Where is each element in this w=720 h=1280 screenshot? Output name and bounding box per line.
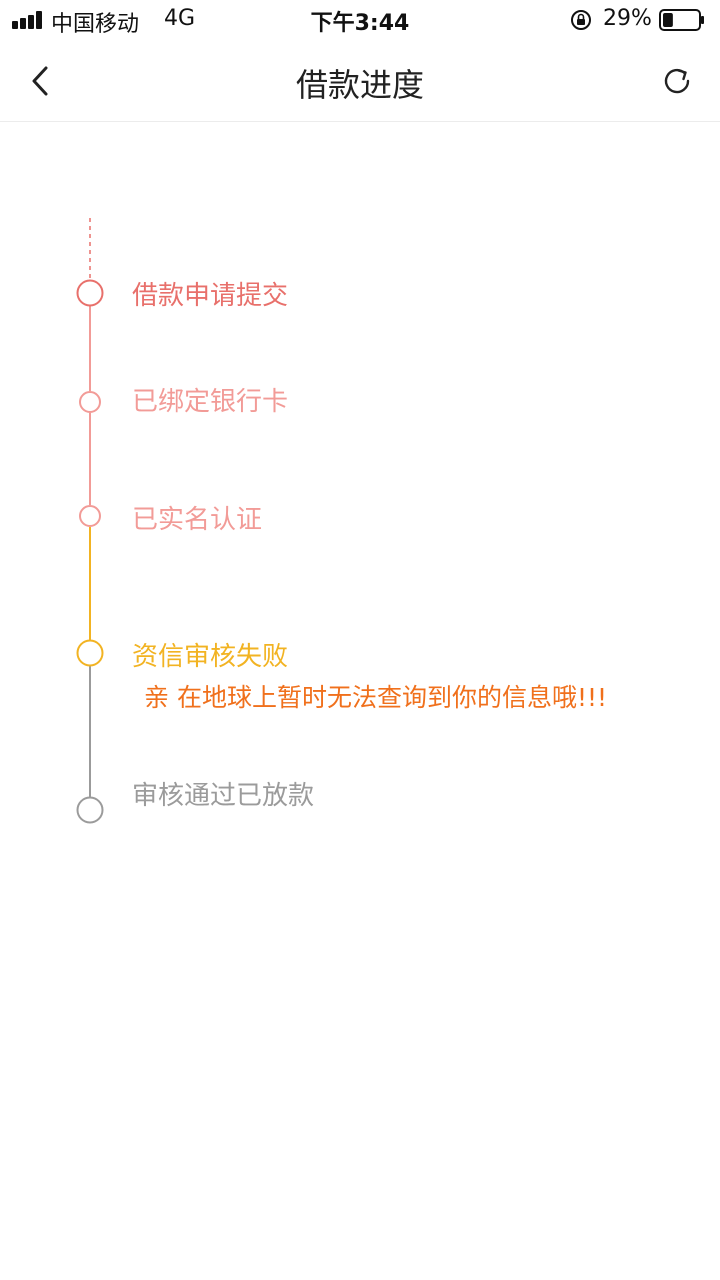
loan-progress-timeline: 借款申请提交 已绑定银行卡 已实名认证 资信审核失败 亲 在地球上暂时无法查询到… <box>0 200 720 900</box>
step-label-loan-released: 审核通过已放款 <box>132 781 315 811</box>
step-label-credit-failed: 资信审核失败 <box>132 642 289 672</box>
status-bar: 中国移动 4G 下午3:44 29% <box>0 0 720 40</box>
refresh-button[interactable] <box>660 64 694 98</box>
signal-icon <box>12 11 46 29</box>
step-node-bank-card <box>79 391 101 413</box>
step-node-verified <box>79 505 101 527</box>
carrier-name: 中国移动 <box>51 12 140 37</box>
step-node-submitted <box>76 279 104 307</box>
network-type: 4G <box>164 6 196 31</box>
step-node-credit-failed <box>76 639 104 667</box>
step-label-bank-card: 已绑定银行卡 <box>132 387 289 417</box>
timeline-track <box>76 218 104 824</box>
step-label-submitted: 借款申请提交 <box>132 281 289 311</box>
rotation-lock-icon <box>571 10 591 30</box>
step-node-loan-released <box>76 796 104 824</box>
failure-message: 亲 在地球上暂时无法查询到你的信息哦!!! <box>144 683 608 712</box>
back-button[interactable] <box>24 62 58 100</box>
battery-percent: 29% <box>603 6 652 31</box>
page-title: 借款进度 <box>295 66 424 104</box>
step-label-verified: 已实名认证 <box>132 505 263 535</box>
battery-icon <box>659 9 704 31</box>
navigation-bar: 借款进度 <box>0 40 720 122</box>
